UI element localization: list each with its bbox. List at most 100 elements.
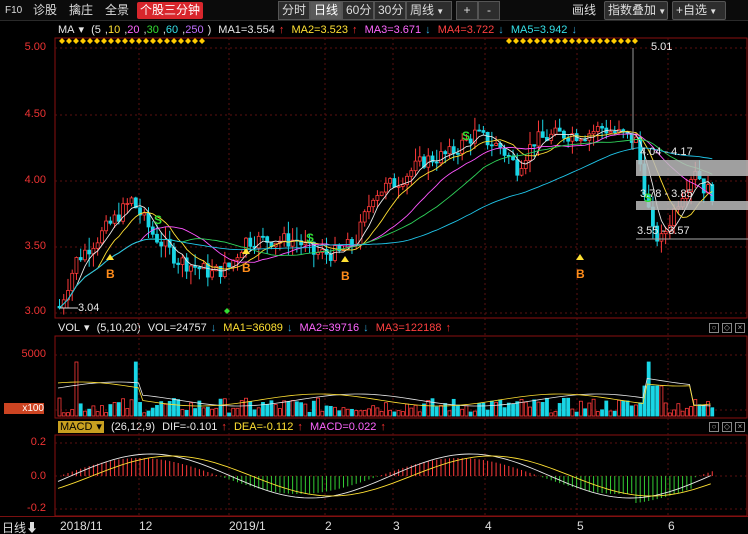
volume-bar	[540, 402, 545, 417]
event-diamond-icon	[136, 38, 142, 44]
volume-bar	[108, 404, 113, 417]
volume-bar	[574, 411, 579, 417]
candle-body	[612, 131, 617, 133]
volume-bar	[218, 398, 223, 417]
volume-bar	[439, 405, 443, 417]
volume-bar	[307, 411, 312, 417]
volume-bar	[121, 398, 125, 417]
volume-bar	[278, 408, 282, 417]
volume-bar	[646, 361, 651, 417]
volume-bar	[235, 407, 240, 417]
candle-body	[515, 159, 520, 176]
event-diamond-icon	[129, 38, 135, 44]
volume-bar	[87, 408, 92, 417]
volume-bar	[409, 407, 414, 417]
volume-bar	[655, 385, 660, 417]
zone-band-1	[636, 160, 748, 176]
candle-body	[70, 272, 75, 291]
high-price-label: 5.01	[651, 41, 673, 53]
candle-body	[379, 191, 384, 196]
candle-body	[155, 233, 159, 243]
event-diamond-icon	[520, 38, 526, 44]
volume-bar	[328, 405, 333, 417]
volume-bar	[468, 411, 473, 417]
volume-bar	[536, 401, 541, 417]
candle-body	[400, 184, 405, 187]
volume-bar	[612, 410, 617, 417]
volume-bar	[566, 397, 571, 417]
volume-bar	[214, 407, 219, 417]
candle-body	[108, 220, 113, 224]
volume-bar	[405, 403, 409, 417]
volume-bar	[570, 408, 575, 417]
volume-bar	[697, 404, 702, 417]
candle-body	[286, 233, 291, 247]
volume-bar	[205, 406, 210, 417]
volume-bar	[591, 398, 596, 417]
candle-body	[371, 199, 376, 208]
event-diamond-icon	[115, 38, 121, 44]
volume-bar	[99, 405, 104, 417]
volume-bar	[549, 412, 554, 417]
candle-body	[367, 206, 371, 213]
volume-bar	[456, 404, 460, 417]
volume-bar	[400, 411, 405, 417]
candle-body	[532, 144, 537, 147]
candle-body	[553, 127, 558, 135]
volume-bar	[511, 403, 515, 417]
candle-body	[566, 137, 571, 142]
volume-bar	[184, 409, 189, 417]
event-diamond-icon	[562, 38, 568, 44]
event-diamond-icon	[66, 38, 72, 44]
candle-body	[710, 184, 715, 202]
volume-bar	[583, 408, 587, 417]
volume-bar	[367, 408, 371, 417]
event-diamond-icon	[569, 38, 575, 44]
candle-body	[95, 242, 100, 249]
volume-bar	[706, 401, 710, 417]
buy-signal: B	[242, 261, 251, 275]
volume-bar	[651, 385, 655, 417]
candle-body	[159, 241, 164, 247]
volume-bar	[634, 404, 638, 417]
volume-bar	[248, 401, 253, 417]
candle-body	[434, 161, 439, 164]
volume-bar	[91, 405, 96, 417]
volume-bar	[324, 405, 329, 417]
event-diamond-icon	[178, 38, 184, 44]
volume-bar	[150, 407, 155, 417]
candle-body	[591, 131, 596, 135]
candle-body	[396, 186, 401, 188]
candle-body	[477, 129, 482, 132]
candle-body	[78, 257, 83, 261]
buy-arrow-icon	[341, 256, 349, 262]
volume-bar	[337, 410, 342, 417]
candle-body	[375, 195, 380, 201]
stock-chart[interactable]: B BB BSSSS	[0, 0, 748, 534]
candle-body	[248, 237, 253, 247]
sell-signal: S	[306, 231, 314, 245]
volume-bar	[78, 403, 83, 417]
event-diamond-icon	[534, 38, 540, 44]
volume-bar	[621, 400, 626, 417]
volume-bar	[294, 401, 299, 417]
volume-bar	[545, 397, 549, 417]
volume-bar	[286, 401, 291, 417]
volume-bar	[167, 401, 172, 417]
volume-bar	[371, 405, 376, 417]
volume-bar	[320, 410, 325, 417]
volume-bar	[689, 406, 693, 417]
candle-body	[417, 156, 422, 162]
candle-body	[443, 151, 448, 155]
volume-bar	[447, 410, 452, 417]
volume-bar	[392, 411, 397, 417]
event-diamond-icon	[611, 38, 617, 44]
candle-body	[129, 197, 134, 204]
candle-body	[74, 257, 79, 274]
candle-body	[502, 147, 507, 156]
volume-bar	[693, 399, 698, 417]
volume-bar	[142, 412, 147, 417]
volume-bar	[265, 404, 270, 417]
volume-bar	[299, 402, 304, 417]
event-diamond-icon	[101, 38, 107, 44]
